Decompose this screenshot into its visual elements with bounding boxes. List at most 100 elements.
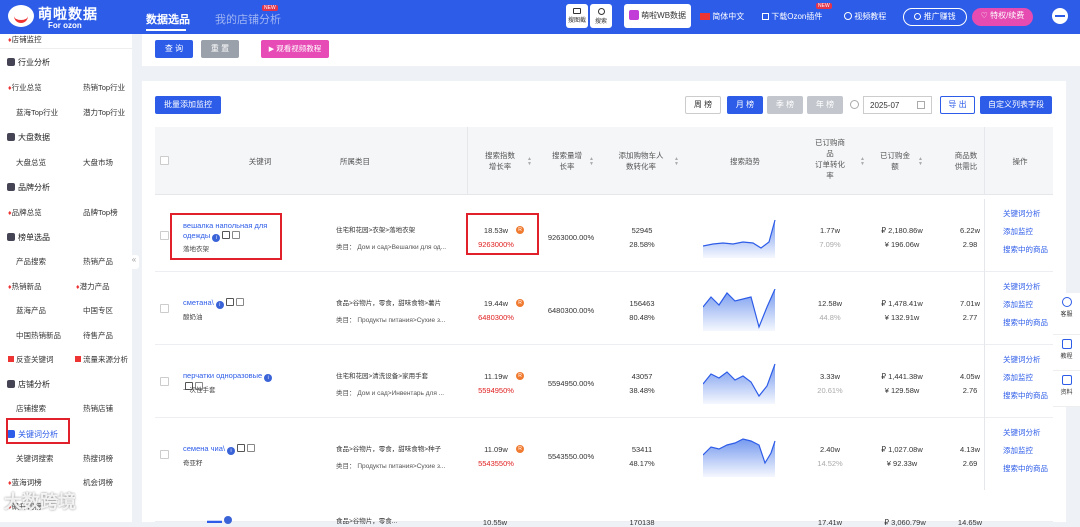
sort-icon[interactable]: ▲ ▼ bbox=[589, 157, 594, 167]
sidebar-group-industry[interactable]: 行业分析 bbox=[7, 57, 50, 68]
sidebar-item-blue-words[interactable]: ♦蓝海词榜 bbox=[8, 477, 42, 488]
sidebar-item-industry-overview[interactable]: ♦行业总览 bbox=[8, 82, 42, 93]
week-rank-button[interactable]: 周 榜 bbox=[685, 96, 721, 114]
sidebar-item-potential-top-industry[interactable]: 潜力Top行业 bbox=[83, 107, 125, 118]
year-rank-button[interactable]: 年 榜 bbox=[807, 96, 843, 114]
sidebar-item-potential-product[interactable]: ♦潜力产品 bbox=[76, 281, 110, 292]
collapse-sidebar-button[interactable]: « bbox=[129, 255, 139, 269]
sidebar-item-traffic-source[interactable]: 流量来源分析 bbox=[75, 354, 128, 365]
sidebar-item-blue-top-industry[interactable]: 蓝海Top行业 bbox=[16, 107, 58, 118]
sort-icon[interactable]: ▲ ▼ bbox=[860, 157, 865, 167]
keyword-analysis-link[interactable]: 关键词分析 bbox=[1003, 205, 1041, 223]
export-button[interactable]: 导 出 bbox=[940, 96, 975, 114]
sidebar-item-brand-top[interactable]: 品牌Top榜 bbox=[83, 207, 118, 218]
sidebar-group-rank[interactable]: 榜单选品 bbox=[7, 232, 50, 243]
select-all-checkbox[interactable] bbox=[160, 156, 169, 165]
vip-button[interactable]: ♡ 特权/续费 bbox=[972, 8, 1033, 26]
sidebar-item-product-search[interactable]: 产品搜索 bbox=[16, 256, 46, 267]
tab-product-selection[interactable]: 数据选品 bbox=[146, 11, 190, 27]
sidebar-item-blue-product[interactable]: 蓝海产品 bbox=[16, 305, 46, 316]
search-products-link[interactable]: 搜索中的商品 bbox=[1003, 314, 1048, 332]
info-icon bbox=[224, 516, 232, 524]
sidebar-item-label: 品牌总览 bbox=[11, 208, 42, 217]
sidebar-item-hot-top-industry[interactable]: 热销Top行业 bbox=[83, 82, 125, 93]
reset-button[interactable]: 重 置 bbox=[201, 40, 239, 58]
sidebar-item-market-overview[interactable]: 大盘总览 bbox=[16, 157, 46, 168]
video-tutorial-link[interactable]: 视频教程 bbox=[844, 11, 886, 22]
sidebar-group-market[interactable]: 大盘数据 bbox=[7, 132, 50, 143]
sidebar-item-hot-search-words[interactable]: 热搜词榜 bbox=[83, 453, 113, 464]
sort-icon[interactable]: ▲ ▼ bbox=[527, 157, 532, 167]
quarter-rank-button[interactable]: 季 榜 bbox=[767, 96, 803, 114]
date-picker[interactable]: 2025-07 bbox=[863, 96, 932, 114]
sidebar-item-hot-new[interactable]: ♦热销新品 bbox=[8, 281, 42, 292]
sort-icon[interactable]: ▲ ▼ bbox=[674, 157, 679, 167]
add-monitor-link[interactable]: 添加监控 bbox=[1003, 369, 1033, 387]
header-search-index[interactable]: 搜索指数 增长率 bbox=[475, 150, 525, 172]
month-rank-button[interactable]: 月 榜 bbox=[727, 96, 763, 114]
sidebar-item-hot-store[interactable]: 热销店铺 bbox=[83, 403, 113, 414]
sidebar-item-store-monitor[interactable]: ♦店铺监控 bbox=[8, 34, 42, 45]
search-trend-sparkline bbox=[703, 289, 776, 331]
batch-monitor-button[interactable]: 批量添加监控 bbox=[155, 96, 221, 114]
search-products-link[interactable]: 搜索中的商品 bbox=[1003, 387, 1048, 405]
search-icon bbox=[597, 8, 605, 15]
customer-service-button[interactable]: 客服 bbox=[1053, 293, 1080, 335]
add-monitor-link[interactable]: 添加监控 bbox=[1003, 296, 1033, 314]
sidebar-item-hot-product[interactable]: 热销产品 bbox=[83, 256, 113, 267]
header-ordered-amount[interactable]: 已订购金额 bbox=[875, 150, 915, 172]
search-products-link[interactable]: 搜索中的商品 bbox=[1003, 241, 1048, 259]
keyword-link[interactable]: сметана\ i bbox=[183, 298, 278, 309]
add-monitor-link[interactable]: 添加监控 bbox=[1003, 442, 1033, 460]
clock-icon bbox=[850, 100, 859, 109]
header-search-volume[interactable]: 搜索量增 长率 bbox=[543, 150, 591, 172]
sidebar-item-market-market[interactable]: 大盘市场 bbox=[83, 157, 113, 168]
sidebar-group-brand[interactable]: 品牌分析 bbox=[7, 182, 50, 193]
promo-button[interactable]: 推广赚钱 bbox=[903, 8, 967, 26]
brand-logo[interactable]: 萌啦数据 For ozon bbox=[8, 3, 118, 31]
keyword-link[interactable]: ▬▬ bbox=[207, 516, 232, 526]
keyword-link[interactable]: семена чиа\ i bbox=[183, 444, 278, 455]
sidebar-group-store[interactable]: 店铺分析 bbox=[7, 379, 50, 390]
sort-icon[interactable]: ▲ ▼ bbox=[918, 157, 923, 167]
header-supply[interactable]: 商品数 供需比 bbox=[950, 150, 982, 172]
sidebar-item-brand-overview[interactable]: ♦品牌总览 bbox=[8, 207, 42, 218]
sidebar-item-store-search[interactable]: 店铺搜索 bbox=[16, 403, 46, 414]
search-button[interactable]: 搜索 bbox=[590, 4, 612, 28]
image-search-button[interactable]: 搜图截 bbox=[566, 4, 588, 28]
query-button[interactable]: 查 询 bbox=[155, 40, 193, 58]
sidebar-item-opportunity-words[interactable]: 机会词榜 bbox=[83, 477, 113, 488]
video-tutorial-button[interactable]: ▶ 观看视频教程 bbox=[261, 40, 329, 58]
sidebar-item-reverse-keyword[interactable]: 反查关键词 bbox=[8, 354, 54, 365]
language-selector[interactable]: 简体中文 bbox=[700, 11, 744, 22]
row-checkbox[interactable] bbox=[160, 231, 169, 240]
rank-badge-icon: R bbox=[516, 372, 524, 380]
header-ordered[interactable]: 已订购商品订单转化率 bbox=[805, 137, 855, 181]
tutorial-button[interactable]: 教程 bbox=[1053, 335, 1080, 371]
download-plugin-link[interactable]: 下载Ozon插件 bbox=[762, 11, 822, 22]
keyword-analysis-link[interactable]: 关键词分析 bbox=[1003, 424, 1041, 442]
wb-data-button[interactable]: 萌啦WB数据 bbox=[624, 4, 691, 28]
row-checkbox[interactable] bbox=[160, 304, 169, 313]
keyword-analysis-link[interactable]: 关键词分析 bbox=[1003, 351, 1041, 369]
tab-my-store[interactable]: 我的店铺分析 bbox=[215, 11, 281, 27]
search-products-link[interactable]: 搜索中的商品 bbox=[1003, 460, 1048, 478]
sidebar-item-label: 蓝海词榜 bbox=[11, 478, 42, 487]
material-button[interactable]: 资料 bbox=[1053, 371, 1080, 407]
sidebar-item-pending-product[interactable]: 待售产品 bbox=[83, 330, 113, 341]
row-checkbox[interactable] bbox=[160, 377, 169, 386]
search-volume-growth: 5594950.00% bbox=[547, 379, 595, 388]
sidebar-item-china-zone[interactable]: 中国专区 bbox=[83, 305, 113, 316]
sidebar-item-keyword-search[interactable]: 关键词搜索 bbox=[16, 453, 54, 464]
row-checkbox[interactable] bbox=[160, 450, 169, 459]
link-icon bbox=[235, 298, 244, 306]
header-cart-rate[interactable]: 添加购物车人 数转化率 bbox=[610, 150, 672, 172]
column-divider bbox=[984, 127, 985, 195]
ordered-amount-cny: ¥ 132.91w bbox=[884, 313, 920, 322]
custom-columns-button[interactable]: 自定义列表字段 bbox=[980, 96, 1052, 114]
sidebar-item-china-hot-new[interactable]: 中国热销新品 bbox=[16, 330, 61, 341]
add-monitor-link[interactable]: 添加监控 bbox=[1003, 223, 1033, 241]
search-index-growth: 5594950% bbox=[478, 386, 514, 395]
keyword-analysis-link[interactable]: 关键词分析 bbox=[1003, 278, 1041, 296]
avatar[interactable] bbox=[1052, 8, 1068, 24]
